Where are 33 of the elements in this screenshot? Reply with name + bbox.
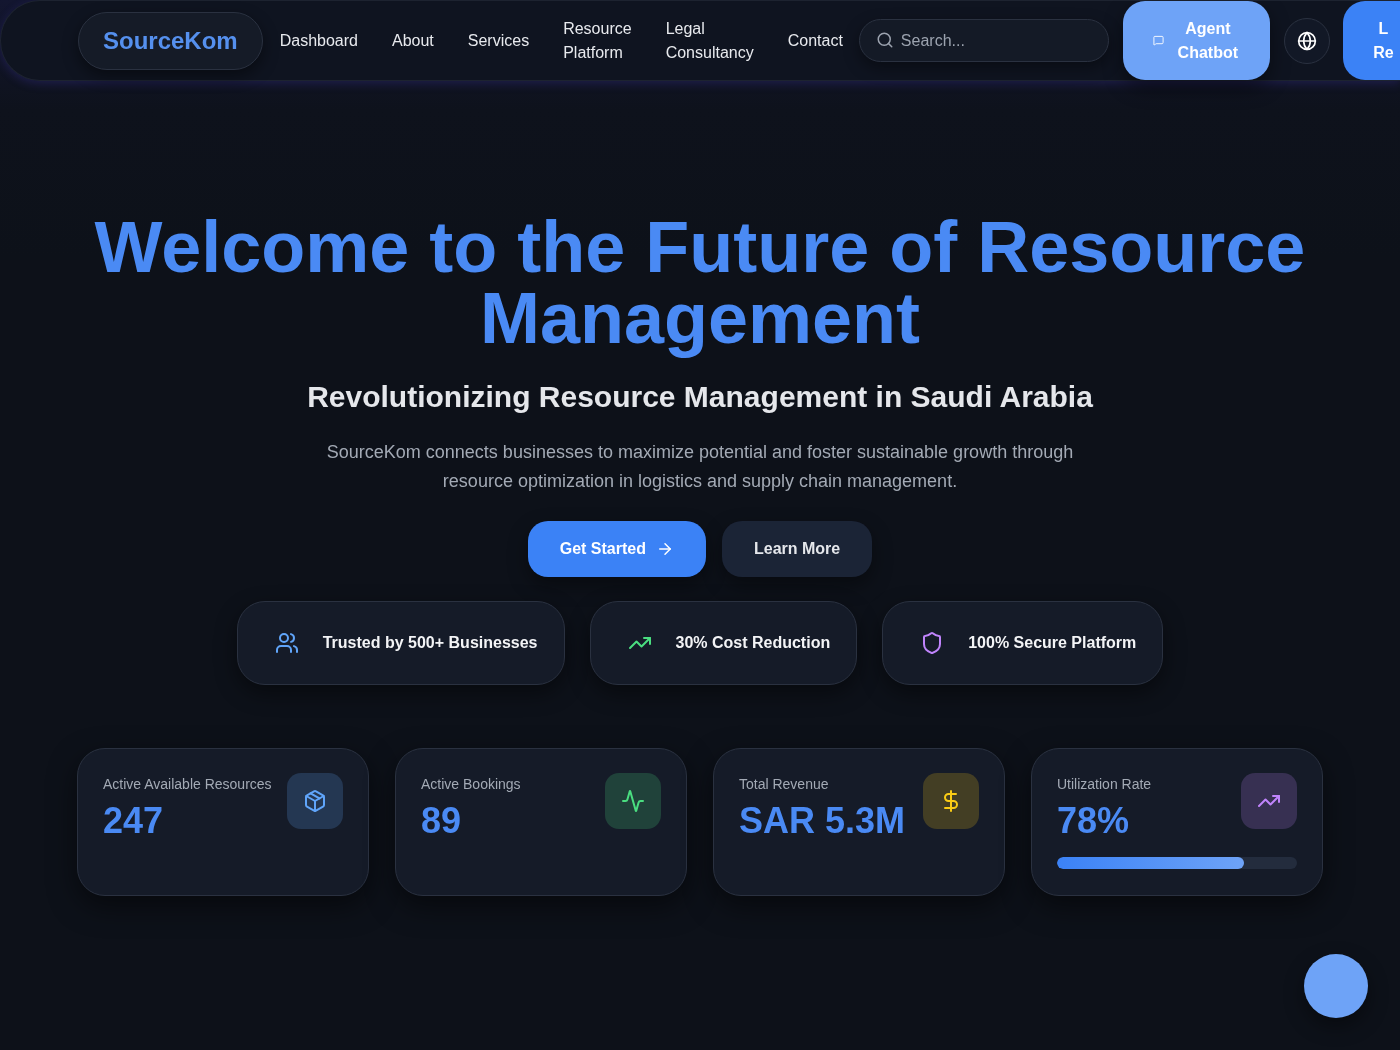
nav-link[interactable]: Dashboard [279, 28, 358, 53]
search-icon [875, 31, 894, 49]
stat-value: 89 [421, 799, 463, 843]
learn-more-button[interactable]: Learn More [722, 521, 873, 577]
account-button[interactable]: L Re [1342, 1, 1400, 80]
stat-label: Utilization Rate [1057, 775, 1152, 794]
box-icon [287, 773, 343, 829]
globe-icon [1296, 30, 1317, 51]
nav-link[interactable]: Contact [787, 28, 843, 53]
arrow-right-icon [656, 540, 674, 558]
hero-title: Welcome to the Future of Resource Management [93, 212, 1307, 360]
search-field[interactable]: Search... [858, 19, 1109, 62]
get-started-button[interactable]: Get Started [527, 521, 706, 577]
trend-up-icon [1241, 773, 1297, 829]
nav-link[interactable]: Legal Consultancy [665, 16, 754, 65]
stat-value: 247 [103, 799, 165, 843]
dollar-icon [923, 773, 979, 829]
pulse-icon [605, 773, 661, 829]
highlight-text: 30% Cost Reduction [675, 634, 831, 652]
nav-link[interactable]: Services [467, 28, 530, 53]
stat-value: SAR 5.3M [739, 799, 906, 843]
nav-link[interactable]: About [392, 28, 434, 53]
stat-label: Active Bookings [421, 775, 521, 794]
highlight-text: Trusted by 500+ Businesses [322, 634, 538, 652]
hero-subtitle: Revolutionizing Resource Management in Saudi Arabia [307, 379, 1093, 415]
hero-description: SourceKom connects businesses to maximize potential and foster sustainable growth through resource optimization in logistics and supply chain management. [325, 441, 1075, 493]
stat-value: 78% [1057, 799, 1131, 843]
highlight-text: 100% Secure Platform [968, 634, 1137, 652]
logo[interactable]: SourceKom [78, 11, 263, 70]
chat-icon [1152, 35, 1164, 46]
nav-link[interactable]: Resource Platform [563, 16, 632, 65]
stat-label: Active Available Resources [103, 775, 272, 794]
stat-label: Total Revenue [739, 775, 830, 794]
